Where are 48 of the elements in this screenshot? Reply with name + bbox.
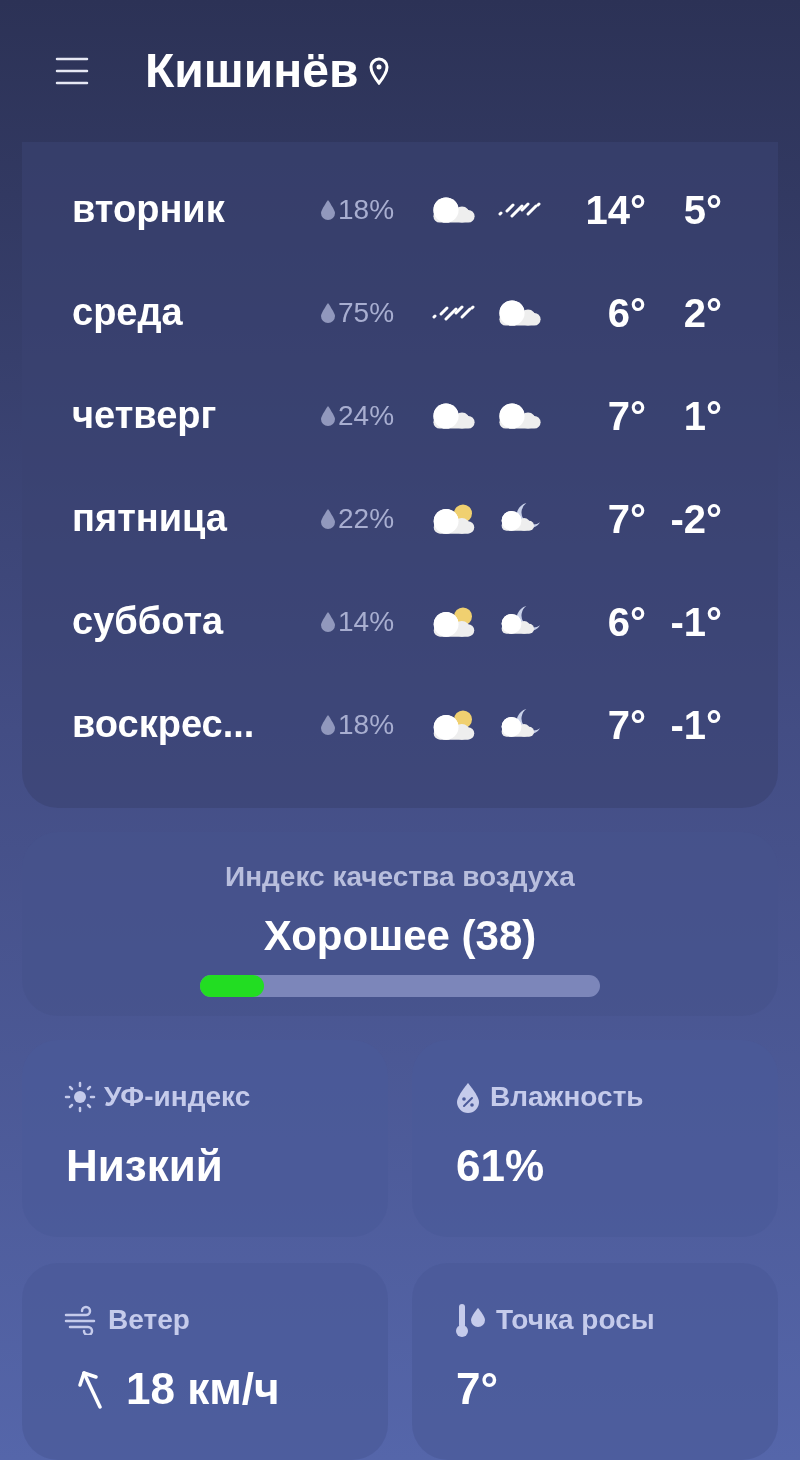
rain-icon bbox=[498, 201, 541, 218]
thermometer-drop-icon bbox=[454, 1302, 488, 1338]
precipitation-chance: 24% bbox=[338, 398, 396, 433]
day-name: четверг bbox=[72, 393, 218, 438]
low-temperature: -1° bbox=[669, 701, 722, 749]
day-name: среда bbox=[72, 290, 184, 335]
high-temperature: 7° bbox=[606, 701, 646, 749]
card-title: Точка росы bbox=[496, 1303, 655, 1337]
low-temperature: -1° bbox=[669, 598, 722, 646]
menu-icon[interactable] bbox=[55, 56, 89, 86]
card-value: Низкий bbox=[66, 1144, 223, 1188]
city-title: Кишинёв bbox=[145, 43, 359, 99]
day-name: вторник bbox=[72, 187, 226, 232]
card-title: Влажность bbox=[490, 1080, 644, 1114]
precipitation-chance: 14% bbox=[338, 604, 396, 639]
rain-icon bbox=[432, 304, 475, 321]
low-temperature: 5° bbox=[682, 186, 722, 234]
low-temperature: 1° bbox=[682, 392, 722, 440]
high-temperature: 7° bbox=[606, 495, 646, 543]
day-name: пятница bbox=[72, 496, 228, 541]
card-value: 18 км/ч bbox=[126, 1367, 280, 1411]
drop-percent-icon bbox=[454, 1081, 482, 1113]
raindrop-icon bbox=[320, 198, 336, 221]
high-temperature: 6° bbox=[606, 289, 646, 337]
precipitation-chance: 18% bbox=[338, 192, 396, 227]
low-temperature: 2° bbox=[682, 289, 722, 337]
raindrop-icon bbox=[320, 404, 336, 427]
card-value: 61% bbox=[456, 1144, 545, 1188]
precipitation-chance: 75% bbox=[338, 295, 396, 330]
precipitation-chance: 22% bbox=[338, 501, 396, 536]
day-name: воскрес... bbox=[72, 702, 256, 747]
low-temperature: -2° bbox=[669, 495, 722, 543]
card-title: Ветер bbox=[108, 1303, 190, 1337]
precipitation-chance: 18% bbox=[338, 707, 396, 742]
raindrop-icon bbox=[320, 610, 336, 633]
high-temperature: 7° bbox=[606, 392, 646, 440]
location-pin-icon bbox=[368, 57, 389, 85]
air-quality-title: Индекс качества воздуха bbox=[225, 860, 575, 894]
raindrop-icon bbox=[320, 507, 336, 530]
card-value: 7° bbox=[456, 1367, 499, 1411]
day-name: суббота bbox=[72, 599, 225, 644]
card-title: УФ-индекс bbox=[104, 1080, 251, 1114]
raindrop-icon bbox=[320, 713, 336, 736]
raindrop-icon bbox=[320, 301, 336, 324]
sun-icon bbox=[64, 1081, 96, 1113]
air-quality-value: Хорошее (38) bbox=[263, 911, 537, 961]
high-temperature: 14° bbox=[584, 186, 646, 234]
high-temperature: 6° bbox=[606, 598, 646, 646]
